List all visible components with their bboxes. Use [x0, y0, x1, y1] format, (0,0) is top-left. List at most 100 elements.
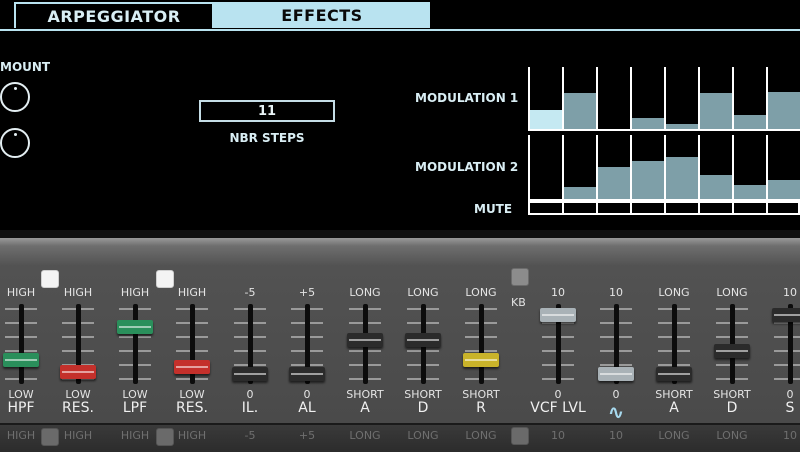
step-level-bar — [768, 179, 800, 199]
slider-thumb[interactable] — [772, 307, 800, 322]
slider-thumb[interactable] — [540, 307, 576, 322]
mute-step[interactable] — [666, 203, 700, 213]
mute-step[interactable] — [768, 203, 800, 213]
slider[interactable]: -5 0 IL. — [225, 282, 275, 416]
grid-step[interactable] — [530, 135, 564, 199]
modulation2-grid[interactable] — [528, 135, 800, 201]
slider[interactable]: LONG SHORT D — [398, 282, 448, 416]
slider-max-label: 10 — [609, 286, 623, 299]
grid-step[interactable] — [700, 135, 734, 199]
ghost-toggle-button[interactable] — [41, 428, 59, 446]
panel-separator — [0, 230, 800, 238]
step-level-bar — [564, 93, 596, 129]
slider[interactable]: 10 0 S — [765, 282, 800, 416]
slider[interactable]: HIGH LOW RES. — [167, 282, 217, 416]
mute-step[interactable] — [564, 203, 598, 213]
grid-step[interactable] — [530, 67, 564, 129]
grid-step[interactable] — [768, 135, 800, 199]
slider-thumb[interactable] — [174, 360, 210, 375]
slider[interactable]: LONG SHORT A — [340, 282, 390, 416]
mute-step[interactable] — [734, 203, 768, 213]
step-level-bar — [666, 157, 698, 199]
mute-step[interactable] — [598, 203, 632, 213]
slider-max-label: HIGH — [177, 286, 207, 299]
grid-step[interactable] — [768, 67, 800, 129]
slider-name-label: VCF LVL — [530, 400, 586, 416]
slider-thumb[interactable] — [656, 367, 692, 382]
slider-track[interactable] — [479, 304, 484, 384]
sine-wave-icon: ∿ — [607, 400, 625, 424]
slider-thumb[interactable] — [60, 365, 96, 380]
mute-step[interactable] — [632, 203, 666, 213]
step-level-bar — [768, 91, 800, 129]
grid-step[interactable] — [666, 135, 700, 199]
mute-step[interactable] — [530, 203, 564, 213]
panel-bottom-row: HIGH HIGH HIGH HIGH -5 +5 LONG LONG LONG 10 10 LONG… — [0, 423, 800, 452]
ghost-toggle-button[interactable] — [511, 427, 529, 445]
grid-step[interactable] — [632, 67, 666, 129]
modulation2-label: MODULATION 2 — [415, 160, 519, 174]
grid-step[interactable] — [734, 67, 768, 129]
grid-step[interactable] — [632, 135, 666, 199]
slider-max-label: LONG — [349, 286, 381, 299]
slider[interactable]: HIGH LOW LPF — [110, 282, 160, 416]
second-knob[interactable] — [0, 128, 30, 158]
slider-track[interactable] — [19, 304, 24, 384]
slider[interactable]: HIGH LOW HPF — [0, 282, 46, 416]
slider-thumb[interactable] — [3, 352, 39, 367]
slider[interactable]: +5 0 AL — [282, 282, 332, 416]
slider-max-label: LONG — [465, 286, 497, 299]
knob-indicator — [14, 87, 17, 90]
steps-label: NBR STEPS — [229, 131, 305, 145]
step-level-bar — [700, 174, 732, 199]
faded-row-label: HIGH — [177, 429, 207, 442]
step-level-bar — [700, 93, 732, 129]
grid-step[interactable] — [564, 135, 598, 199]
slider-track[interactable] — [133, 304, 138, 384]
mute-label: MUTE — [474, 202, 513, 216]
grid-step[interactable] — [598, 67, 632, 129]
slider[interactable]: 10 0 VCF LVL — [530, 282, 586, 416]
tab-arpeggiator[interactable]: ARPEGGIATOR — [14, 2, 214, 28]
faded-row-label: LONG — [465, 429, 497, 442]
tab-effects[interactable]: EFFECTS — [214, 2, 430, 28]
grid-step[interactable] — [564, 67, 598, 129]
faded-row-label: HIGH — [63, 429, 93, 442]
step-level-bar — [632, 117, 664, 129]
kb-label: KB — [511, 296, 526, 309]
grid-step[interactable] — [700, 67, 734, 129]
slider-thumb[interactable] — [347, 332, 383, 347]
slider[interactable]: 10 0 ∿ — [591, 282, 641, 424]
steps-field[interactable]: 11 — [199, 100, 335, 122]
slider-tick — [774, 322, 800, 324]
slider-max-label: 10 — [783, 286, 797, 299]
amount-knob[interactable] — [0, 82, 30, 112]
slider-thumb[interactable] — [289, 367, 325, 382]
slider-thumb[interactable] — [714, 343, 750, 358]
faded-row-label: LONG — [349, 429, 381, 442]
tab-underline — [0, 29, 800, 31]
grid-step[interactable] — [734, 135, 768, 199]
mute-step[interactable] — [700, 203, 734, 213]
slider-thumb[interactable] — [232, 367, 268, 382]
slider-thumb[interactable] — [117, 319, 153, 334]
slider-thumb[interactable] — [463, 352, 499, 367]
slider[interactable]: HIGH LOW RES. — [53, 282, 103, 416]
step-level-bar — [530, 110, 562, 129]
slider[interactable]: LONG SHORT R — [456, 282, 506, 416]
ghost-toggle-button[interactable] — [156, 428, 174, 446]
grid-step[interactable] — [598, 135, 632, 199]
slider-tick — [774, 364, 800, 366]
slider[interactable]: LONG SHORT D — [707, 282, 757, 416]
mute-row[interactable] — [528, 201, 800, 215]
step-level-bar — [598, 167, 630, 199]
slider-thumb[interactable] — [405, 332, 441, 347]
tab-bar: ARPEGGIATOR EFFECTS — [0, 0, 800, 31]
modulation1-grid[interactable] — [528, 67, 800, 131]
kb-toggle-button[interactable] — [511, 268, 529, 286]
slider[interactable]: LONG SHORT A — [649, 282, 699, 416]
slider-thumb[interactable] — [598, 367, 634, 382]
step-level-bar — [734, 115, 766, 129]
grid-step[interactable] — [666, 67, 700, 129]
faded-row-label: 10 — [551, 429, 565, 442]
